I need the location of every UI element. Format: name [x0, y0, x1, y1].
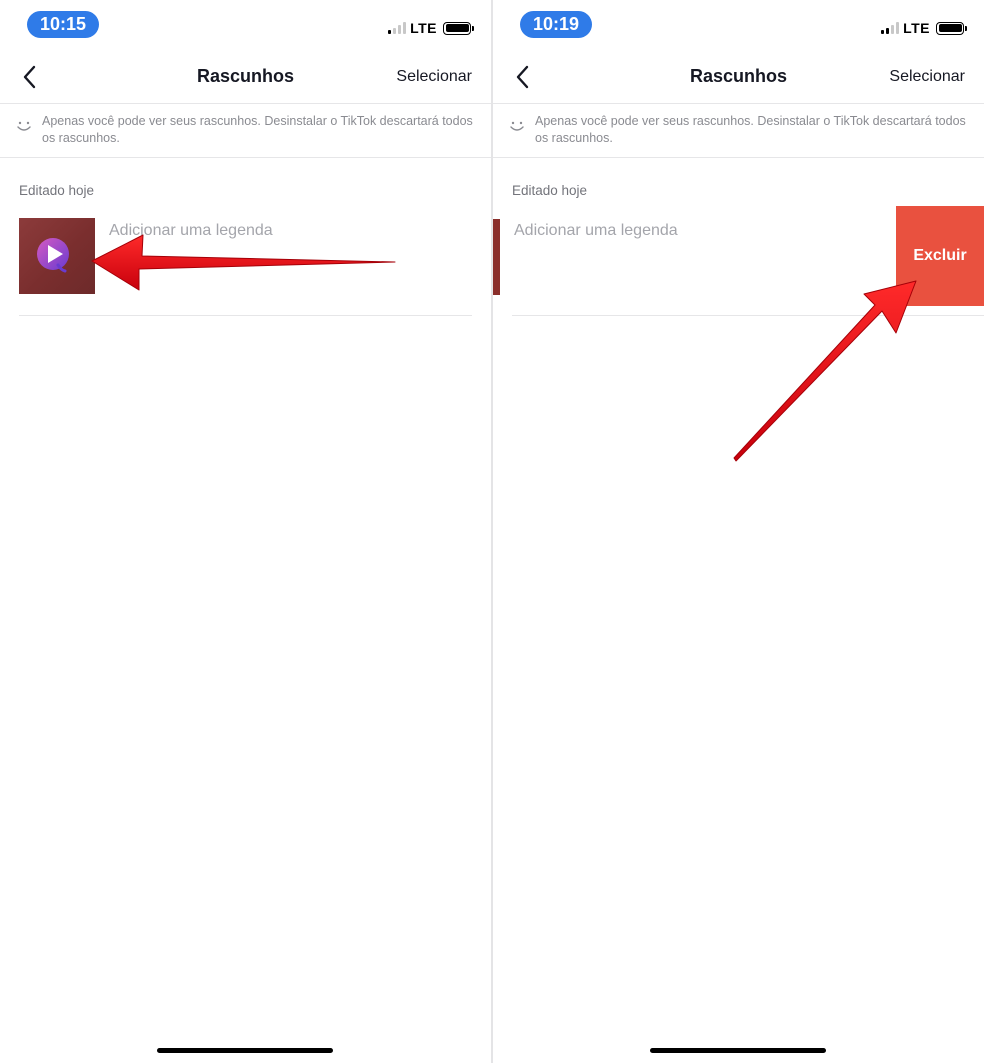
smile-icon	[510, 121, 524, 131]
drafts-notice: Apenas você pode ver seus rascunhos. Des…	[16, 113, 476, 147]
select-button[interactable]: Selecionar	[889, 68, 965, 86]
status-time: 10:15	[27, 11, 99, 38]
network-label: LTE	[903, 20, 930, 36]
smile-icon	[17, 121, 31, 131]
chevron-left-icon	[516, 65, 529, 89]
status-indicators: LTE	[388, 19, 474, 37]
chevron-left-icon	[23, 65, 36, 89]
nav-divider	[0, 103, 491, 104]
signal-icon	[388, 22, 407, 34]
caption-placeholder[interactable]: Adicionar uma legenda	[514, 222, 678, 240]
home-indicator	[157, 1048, 333, 1053]
notice-divider	[493, 157, 984, 158]
row-divider	[512, 315, 984, 316]
draft-thumbnail[interactable]	[19, 218, 95, 294]
nav-bar: Rascunhos Selecionar	[493, 56, 984, 100]
play-icon	[37, 238, 69, 273]
nav-divider	[493, 103, 984, 104]
battery-icon	[443, 21, 474, 35]
left-screen: 10:15 LTE Rascunhos Selecionar Apenas vo…	[0, 0, 491, 1063]
notice-text: Apenas você pode ver seus rascunhos. Des…	[42, 114, 473, 145]
notice-divider	[0, 157, 491, 158]
back-button[interactable]	[507, 62, 537, 92]
caption-placeholder[interactable]: Adicionar uma legenda	[109, 222, 273, 240]
select-button[interactable]: Selecionar	[396, 68, 472, 86]
back-button[interactable]	[14, 62, 44, 92]
nav-bar: Rascunhos Selecionar	[0, 56, 491, 100]
drafts-notice: Apenas você pode ver seus rascunhos. Des…	[509, 113, 969, 147]
status-indicators: LTE	[881, 19, 967, 37]
status-time: 10:19	[520, 11, 592, 38]
signal-icon	[881, 22, 900, 34]
section-label: Editado hoje	[19, 183, 95, 198]
right-screen: 10:19 LTE Rascunhos Selecionar Apenas vo…	[493, 0, 984, 1063]
battery-icon	[936, 21, 967, 35]
notice-text: Apenas você pode ver seus rascunhos. Des…	[535, 114, 966, 145]
row-divider	[19, 315, 472, 316]
delete-button[interactable]: Excluir	[896, 206, 984, 306]
network-label: LTE	[410, 20, 437, 36]
draft-item[interactable]: Adicionar uma legenda	[0, 207, 491, 315]
home-indicator	[650, 1048, 826, 1053]
section-label: Editado hoje	[512, 183, 588, 198]
